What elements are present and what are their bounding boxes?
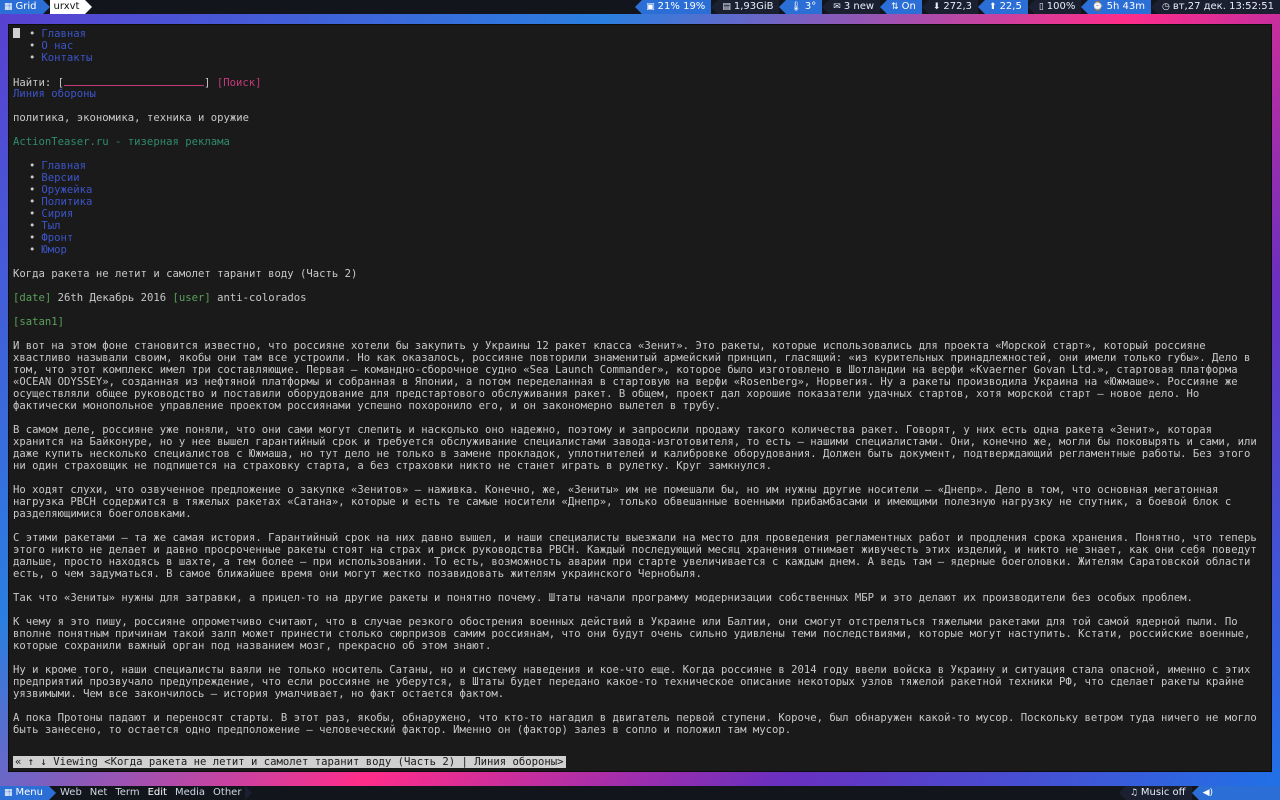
nav-item-home[interactable]: Главная bbox=[29, 28, 1267, 40]
status-line: « ↑ ↓ Viewing <Когда ракета не летит и с… bbox=[13, 756, 566, 768]
bottom-panel: ▦ Menu Web Net Term Edit Media Other ♫ Music of… bbox=[0, 786, 1280, 800]
workspace-tab-term[interactable]: Term bbox=[111, 786, 143, 800]
nav-item-about[interactable]: О нас bbox=[29, 40, 1267, 52]
volume-control[interactable]: ◀) bbox=[1198, 786, 1280, 800]
menu-button[interactable]: ▦ Menu bbox=[0, 786, 49, 800]
speaker-icon: ◀) bbox=[1202, 788, 1213, 798]
workspace-tab-edit[interactable]: Edit bbox=[144, 786, 171, 800]
main-nav-item[interactable]: Юмор bbox=[29, 244, 1267, 256]
top-panel: ▦ Grid urxvt ▣ 21% 19% ▤ 1,93GiB 🌡 3° ✉ 3 new ⇅ On… bbox=[0, 0, 1280, 14]
temperature-icon: 🌡 bbox=[790, 2, 802, 12]
battery-icon: ▯ bbox=[1038, 2, 1044, 12]
network-icon: ⇅ bbox=[891, 2, 899, 12]
article-meta: [date] 26th Декабрь 2016 [user] anti-col… bbox=[13, 292, 307, 304]
workspace-tab-web[interactable]: Web bbox=[56, 786, 86, 800]
search-button[interactable]: [Поиск] bbox=[217, 77, 262, 88]
temperature-indicator[interactable]: 🌡 3° bbox=[786, 0, 823, 14]
network-indicator[interactable]: ⇅ On bbox=[887, 0, 922, 14]
memory-icon: ▤ bbox=[722, 2, 731, 12]
download-icon: ⬇ bbox=[932, 2, 941, 12]
main-nav-item[interactable]: Главная bbox=[29, 160, 1267, 172]
uptime-indicator[interactable]: ⌚ 5h 43m bbox=[1088, 0, 1151, 14]
search-form: Найти: [] [Поиск] bbox=[13, 76, 262, 88]
article-paragraph: К чему я это пишу, россияне опрометчиво … bbox=[13, 616, 1251, 652]
main-nav-item[interactable]: Оружейка bbox=[29, 184, 1267, 196]
download-indicator[interactable]: ⬇ 272,3 bbox=[928, 0, 979, 14]
uptime-icon: ⌚ bbox=[1092, 2, 1104, 12]
window-title: urxvt bbox=[49, 0, 86, 14]
main-nav: Главная Версии Оружейка Политика Сирия Т… bbox=[13, 160, 1267, 256]
grid-icon: ▦ bbox=[4, 2, 13, 12]
cpu-icon: ▣ bbox=[646, 2, 655, 12]
site-subtitle: политика, экономика, техника и оружие bbox=[13, 112, 249, 124]
article-title: Когда ракета не летит и самолет таранит … bbox=[13, 268, 358, 280]
mail-icon: ✉ bbox=[833, 2, 841, 12]
avatar-image-link[interactable]: [satan1] bbox=[13, 316, 64, 328]
workspace-tab-net[interactable]: Net bbox=[86, 786, 112, 800]
menu-icon: ▦ bbox=[4, 788, 13, 798]
article-paragraph: И вот на этом фоне становится известно, … bbox=[13, 340, 1251, 412]
search-input[interactable] bbox=[64, 76, 205, 86]
memory-indicator[interactable]: ▤ 1,93GiB bbox=[718, 0, 780, 14]
article-body: И вот на этом фоне становится известно, … bbox=[13, 340, 1267, 748]
headphones-icon: ♫ bbox=[1129, 788, 1138, 798]
battery-indicator[interactable]: ▯ 100% bbox=[1034, 0, 1082, 14]
upload-indicator[interactable]: ⬆ 22,5 bbox=[985, 0, 1028, 14]
text-cursor bbox=[13, 28, 20, 38]
music-status[interactable]: ♫ Music off bbox=[1125, 786, 1192, 800]
nav-item-contacts[interactable]: Контакты bbox=[29, 52, 1267, 64]
article-paragraph: Но ходят слухи, что озвученное предложен… bbox=[13, 484, 1232, 520]
clock-indicator[interactable]: ◷ вт,27 дек. 13:52:51 bbox=[1157, 0, 1280, 14]
article-paragraph: А пока Протоны падают и переносят старты… bbox=[13, 712, 1257, 736]
site-title-link[interactable]: Линия обороны bbox=[13, 88, 96, 100]
ad-link[interactable]: ActionTeaser.ru - тизерная реклама bbox=[13, 136, 230, 148]
main-nav-item[interactable]: Сирия bbox=[29, 208, 1267, 220]
mail-indicator[interactable]: ✉ 3 new bbox=[829, 0, 881, 14]
workspace-tab-media[interactable]: Media bbox=[171, 786, 209, 800]
main-nav-item[interactable]: Политика bbox=[29, 196, 1267, 208]
article-paragraph: С этими ракетами – та же самая история. … bbox=[13, 532, 1257, 580]
main-nav-item[interactable]: Фронт bbox=[29, 232, 1267, 244]
top-nav: Главная О нас Контакты bbox=[13, 28, 1267, 64]
article-paragraph: Ну и кроме того, наши специалисты ваяли … bbox=[13, 664, 1251, 700]
terminal-window[interactable]: Главная О нас Контакты Найти: [] [Поиск]… bbox=[8, 24, 1272, 772]
cpu-indicator[interactable]: ▣ 21% 19% bbox=[642, 0, 712, 14]
browser-content: Главная О нас Контакты Найти: [] [Поиск]… bbox=[13, 28, 1267, 748]
workspace-tab-other[interactable]: Other bbox=[209, 786, 245, 800]
article-paragraph: В самом деле, россияне уже поняли, что о… bbox=[13, 424, 1257, 472]
volume-bar[interactable] bbox=[1216, 792, 1274, 798]
main-nav-item[interactable]: Тыл bbox=[29, 220, 1267, 232]
clock-icon: ◷ bbox=[1161, 2, 1170, 12]
upload-icon: ⬆ bbox=[989, 2, 997, 12]
layout-label: Grid bbox=[15, 1, 37, 12]
article-paragraph: Так что «Зениты» нужны для затравки, а п… bbox=[13, 592, 1193, 604]
layout-indicator[interactable]: ▦ Grid bbox=[0, 0, 43, 14]
main-nav-item[interactable]: Версии bbox=[29, 172, 1267, 184]
status-indicators: ▣ 21% 19% ▤ 1,93GiB 🌡 3° ✉ 3 new ⇅ On ⬇ 272,3 ⬆ 22,5 ▯… bbox=[635, 0, 1280, 14]
